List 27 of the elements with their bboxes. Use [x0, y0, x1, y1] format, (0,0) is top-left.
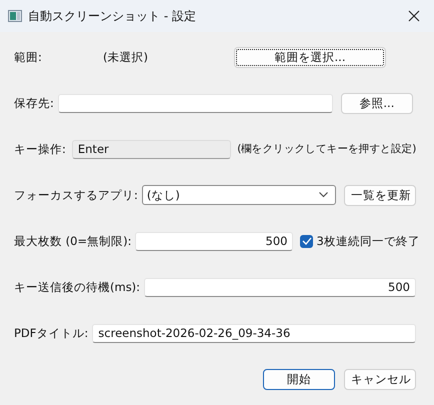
checkbox[interactable] — [300, 234, 314, 248]
window-title: 自動スクリーンショット - 設定 — [28, 8, 196, 24]
key-hint: (欄をクリックしてキーを押すと設定) — [237, 142, 416, 156]
check-icon — [302, 237, 312, 245]
browse-button[interactable]: 参照... — [340, 92, 413, 114]
pdf-title-field[interactable]: screenshot-2026-02-26_09-34-36 — [92, 324, 416, 342]
max-count-field[interactable]: 500 — [135, 232, 294, 250]
range-value: (未選択) — [103, 50, 149, 64]
field-label: 保存先: — [14, 96, 54, 110]
checkbox-label[interactable]: 3枚連続同一で終了 — [316, 234, 420, 248]
field-label: 範囲: — [14, 50, 43, 64]
refresh-list-button[interactable]: 一覧を更新 — [344, 184, 416, 206]
close-icon[interactable] — [408, 10, 420, 22]
app-icon — [8, 10, 22, 22]
cancel-button[interactable]: キャンセル — [344, 368, 416, 390]
wait-ms-field[interactable]: 500 — [144, 278, 416, 296]
field-label: 最大枚数 (0=無制限): — [14, 234, 132, 248]
app-dropdown[interactable]: (なし) — [142, 185, 336, 205]
field-label: PDFタイトル: — [14, 326, 88, 340]
field-label: キー操作: — [14, 142, 66, 156]
key-field[interactable]: Enter — [72, 140, 232, 158]
field-label: キー送信後の待機(ms): — [14, 280, 140, 294]
start-button[interactable]: 開始 — [263, 368, 335, 390]
field-label: フォーカスするアプリ: — [14, 188, 138, 202]
save-path-field[interactable] — [58, 94, 333, 112]
select-range-button[interactable]: 範囲を選択... — [234, 46, 386, 68]
chevron-down-icon[interactable] — [319, 192, 328, 198]
